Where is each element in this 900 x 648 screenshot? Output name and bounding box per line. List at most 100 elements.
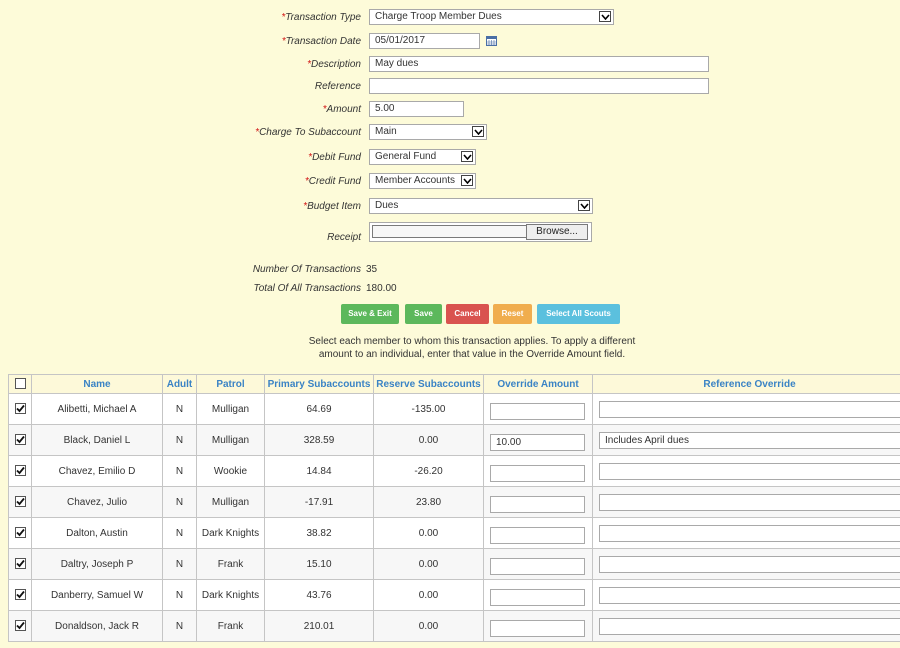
patrol-header[interactable]: Patrol <box>196 374 265 394</box>
primary-subaccount: 43.76 <box>264 579 374 611</box>
patrol: Mulligan <box>196 424 265 456</box>
adult-flag: N <box>162 486 197 518</box>
reference-override-cell <box>592 548 900 580</box>
override-amount-cell <box>483 393 593 425</box>
file-path-field[interactable] <box>372 225 526 238</box>
budget-item-select[interactable]: Dues <box>369 198 593 214</box>
patrol: Mulligan <box>196 486 265 518</box>
row-checkbox[interactable] <box>14 465 26 477</box>
table-row: Donaldson, Jack R N Frank 210.01 0.00 <box>8 610 900 642</box>
row-checkbox[interactable] <box>14 434 26 446</box>
patrol: Mulligan <box>196 393 265 425</box>
row-checkbox[interactable] <box>14 620 26 632</box>
member-name: Daltry, Joseph P <box>31 548 163 580</box>
transaction-count-row: Number Of Transactions 35 <box>0 263 900 277</box>
members-table: Name Adult Patrol Primary Subaccounts Re… <box>8 374 900 642</box>
reserve-subaccounts-header[interactable]: Reserve Subaccounts <box>373 374 484 394</box>
row-select-cell <box>8 579 32 611</box>
reference-input[interactable] <box>369 78 709 94</box>
transaction-type-row: *Transaction Type Charge Troop Member Du… <box>0 9 900 29</box>
select-all-scouts-button[interactable]: Select All Scouts <box>537 304 620 324</box>
debit-fund-select[interactable]: General Fund <box>369 149 476 165</box>
reference-label: Reference <box>314 81 361 92</box>
override-amount-input[interactable] <box>490 620 585 637</box>
override-amount-input[interactable]: 10.00 <box>490 434 585 451</box>
adult-flag: N <box>162 424 197 456</box>
reference-override-input[interactable] <box>599 586 900 604</box>
override-amount-input[interactable] <box>490 465 585 482</box>
adult-flag: N <box>162 455 197 487</box>
reset-button[interactable]: Reset <box>493 304 532 324</box>
charge-subaccount-row: *Charge To Subaccount Main <box>0 124 900 144</box>
adult-flag: N <box>162 393 197 425</box>
transaction-count-value: 35 <box>366 264 378 275</box>
credit-fund-select[interactable]: Member Accounts <box>369 173 476 189</box>
reference-override-input[interactable]: Includes April dues <box>599 431 900 449</box>
row-checkbox[interactable] <box>14 527 26 539</box>
credit-fund-label: *Credit Fund <box>304 176 361 187</box>
override-amount-cell <box>483 486 593 518</box>
member-name: Danberry, Samuel W <box>31 579 163 611</box>
chevron-down-icon <box>461 175 473 186</box>
transaction-date-row: *Transaction Date 05/01/2017 <box>0 33 900 53</box>
reserve-subaccount: 0.00 <box>373 610 484 642</box>
adult-flag: N <box>162 579 197 611</box>
calendar-icon[interactable] <box>486 36 497 46</box>
table-row: Chavez, Emilio D N Wookie 14.84 -26.20 <box>8 455 900 487</box>
override-amount-input[interactable] <box>490 403 585 420</box>
row-checkbox[interactable] <box>14 589 26 601</box>
reserve-subaccount: 0.00 <box>373 548 484 580</box>
save-exit-button[interactable]: Save & Exit <box>341 304 399 324</box>
primary-subaccount: 64.69 <box>264 393 374 425</box>
reference-override-input[interactable] <box>599 617 900 635</box>
receipt-file-input[interactable]: Browse... <box>369 222 592 242</box>
reference-override-input[interactable] <box>599 555 900 573</box>
amount-label: *Amount <box>322 104 361 115</box>
amount-input[interactable]: 5.00 <box>369 101 464 117</box>
cancel-button[interactable]: Cancel <box>446 304 489 324</box>
patrol: Dark Knights <box>196 517 265 549</box>
transaction-date-input[interactable]: 05/01/2017 <box>369 33 480 49</box>
primary-subaccounts-header[interactable]: Primary Subaccounts <box>264 374 374 394</box>
select-all-cell <box>8 374 32 394</box>
row-select-cell <box>8 548 32 580</box>
patrol: Frank <box>196 548 265 580</box>
row-select-cell <box>8 610 32 642</box>
chevron-down-icon <box>599 11 611 22</box>
charge-subaccount-select[interactable]: Main <box>369 124 487 140</box>
reserve-subaccount: -135.00 <box>373 393 484 425</box>
transaction-total-value: 180.00 <box>366 283 397 294</box>
transaction-total-label: Total Of All Transactions <box>253 283 361 294</box>
select-all-checkbox[interactable] <box>14 378 26 390</box>
row-checkbox[interactable] <box>14 496 26 508</box>
table-row: Danberry, Samuel W N Dark Knights 43.76 0.00 <box>8 579 900 611</box>
row-checkbox[interactable] <box>14 558 26 570</box>
override-amount-input[interactable] <box>490 496 585 513</box>
adult-header[interactable]: Adult <box>162 374 197 394</box>
save-button[interactable]: Save <box>405 304 442 324</box>
primary-subaccount: 15.10 <box>264 548 374 580</box>
reference-override-input[interactable] <box>599 462 900 480</box>
chevron-down-icon <box>461 151 473 162</box>
reserve-subaccount: 0.00 <box>373 424 484 456</box>
instructions-line-1: Select each member to whom this transact… <box>308 336 636 347</box>
member-name: Donaldson, Jack R <box>31 610 163 642</box>
reserve-subaccount: 23.80 <box>373 486 484 518</box>
patrol: Wookie <box>196 455 265 487</box>
reference-override-input[interactable] <box>599 524 900 542</box>
name-header[interactable]: Name <box>31 374 163 394</box>
description-input[interactable]: May dues <box>369 56 709 72</box>
override-amount-header[interactable]: Override Amount <box>483 374 593 394</box>
row-checkbox[interactable] <box>14 403 26 415</box>
reference-override-header[interactable]: Reference Override <box>592 374 900 394</box>
override-amount-input[interactable] <box>490 558 585 575</box>
override-amount-input[interactable] <box>490 589 585 606</box>
browse-button[interactable]: Browse... <box>526 224 588 240</box>
receipt-label: Receipt <box>327 232 361 243</box>
reference-override-input[interactable] <box>599 493 900 511</box>
transaction-type-select[interactable]: Charge Troop Member Dues <box>369 9 614 25</box>
adult-flag: N <box>162 517 197 549</box>
reference-override-input[interactable] <box>599 400 900 418</box>
transaction-date-label: *Transaction Date <box>281 36 361 47</box>
override-amount-input[interactable] <box>490 527 585 544</box>
